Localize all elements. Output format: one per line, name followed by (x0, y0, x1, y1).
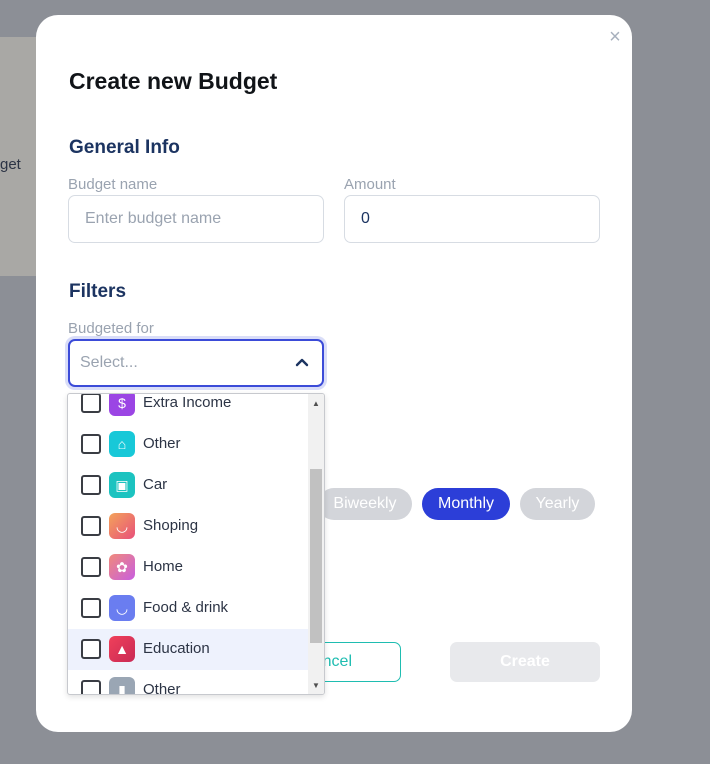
budget-name-input[interactable] (68, 195, 324, 243)
option-food-drink[interactable]: ◡ Food & drink (68, 588, 308, 629)
basket-icon: ◡ (109, 595, 135, 621)
option-education[interactable]: ▲ Education (68, 629, 308, 670)
create-button[interactable]: Create (450, 642, 600, 682)
option-label: Car (143, 476, 168, 493)
trash-icon: ▮ (109, 677, 135, 694)
option-label: Home (143, 558, 184, 575)
option-checkbox[interactable] (81, 394, 101, 413)
option-label: Shoping (143, 517, 199, 534)
budgeted-for-label: Budgeted for (68, 320, 154, 337)
amount-label: Amount (344, 176, 396, 193)
scroll-down-arrow-icon[interactable]: ▼ (312, 682, 320, 690)
money-bag-icon: $ (109, 394, 135, 416)
option-car[interactable]: ▣ Car (68, 465, 308, 506)
select-placeholder: Select... (80, 354, 138, 371)
filters-heading: Filters (69, 281, 127, 302)
scrollbar-thumb[interactable] (310, 469, 322, 643)
option-extra-income[interactable]: $ Extra Income (68, 394, 308, 424)
background-text: get (0, 156, 21, 173)
option-checkbox[interactable] (81, 598, 101, 618)
option-label: Other (143, 435, 181, 452)
option-checkbox[interactable] (81, 680, 101, 694)
general-info-heading: General Info (69, 137, 180, 158)
budgeted-for-select[interactable]: Select... (68, 339, 324, 387)
bank-icon: ⌂ (109, 431, 135, 457)
option-label: Other (143, 681, 181, 695)
period-biweekly[interactable]: Biweekly (318, 488, 412, 520)
scroll-up-arrow-icon[interactable]: ▲ (312, 400, 320, 408)
modal-title: Create new Budget (69, 68, 278, 94)
budgeted-for-dropdown[interactable]: $ Extra Income ⌂ Other ▣ Car ◡ Shoping ✿… (67, 393, 325, 695)
option-label: Extra Income (143, 394, 232, 411)
amount-input[interactable] (344, 195, 600, 243)
option-checkbox[interactable] (81, 557, 101, 577)
graduation-cap-icon: ▲ (109, 636, 135, 662)
option-shoping[interactable]: ◡ Shoping (68, 506, 308, 547)
cancel-label: ncel (322, 653, 352, 670)
period-yearly[interactable]: Yearly (520, 488, 595, 520)
option-other-bank[interactable]: ⌂ Other (68, 424, 308, 465)
close-icon[interactable]: × (605, 27, 625, 47)
paw-icon: ✿ (109, 554, 135, 580)
option-checkbox[interactable] (81, 516, 101, 536)
option-other-trash[interactable]: ▮ Other (68, 670, 308, 695)
chevron-up-icon (295, 358, 309, 367)
basket-icon: ◡ (109, 513, 135, 539)
option-checkbox[interactable] (81, 475, 101, 495)
budget-name-label: Budget name (68, 176, 158, 193)
option-home[interactable]: ✿ Home (68, 547, 308, 588)
option-label: Education (143, 640, 210, 657)
car-icon: ▣ (109, 472, 135, 498)
option-label: Food & drink (143, 599, 229, 616)
option-checkbox[interactable] (81, 434, 101, 454)
option-checkbox[interactable] (81, 639, 101, 659)
period-monthly[interactable]: Monthly (422, 488, 510, 520)
